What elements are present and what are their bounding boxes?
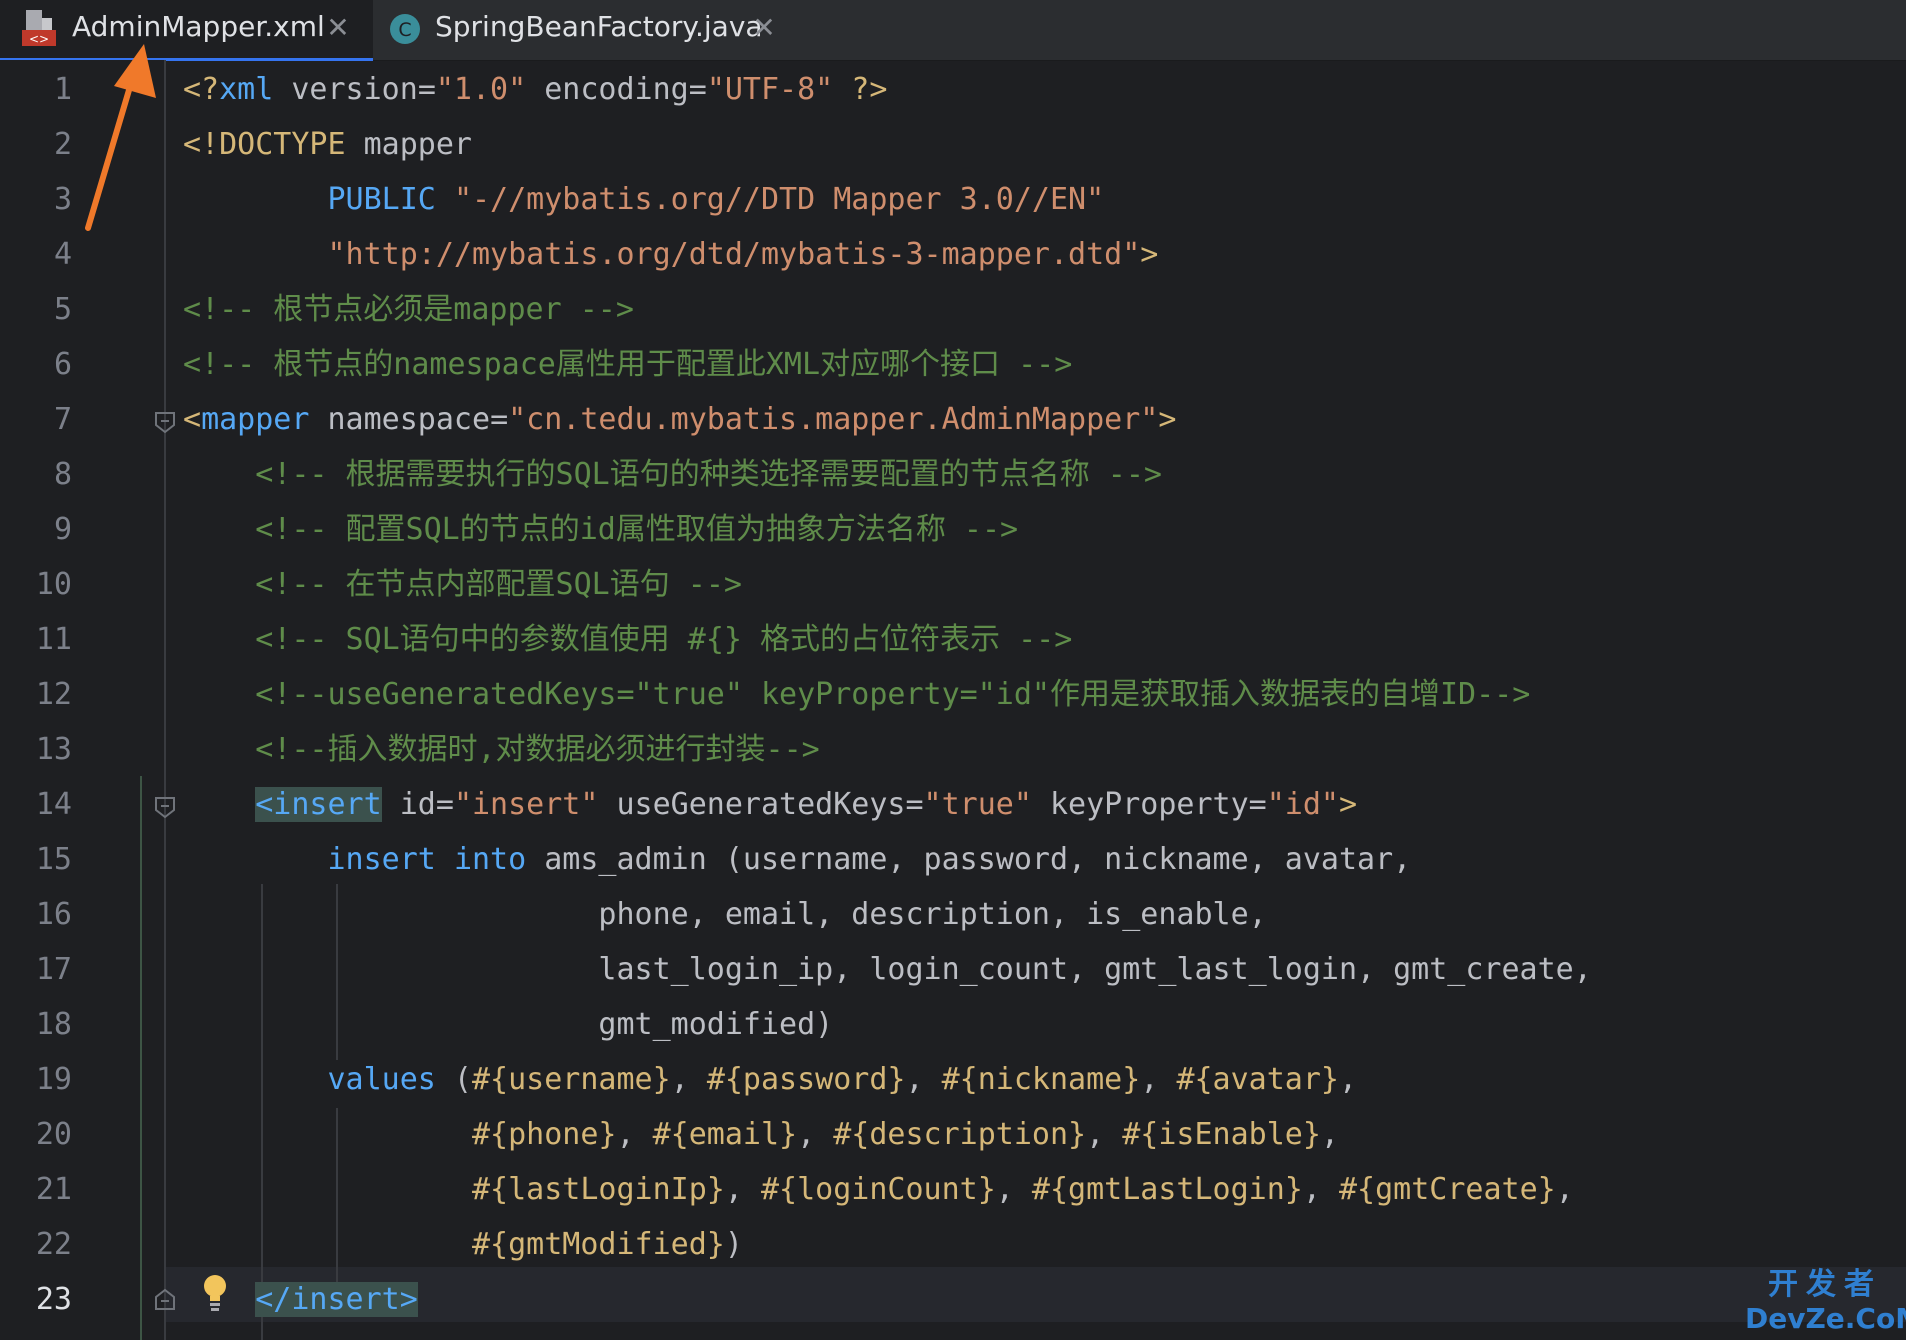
line-number[interactable]: 15 [0, 832, 72, 887]
code-line-21: #{lastLoginIp}, #{loginCount}, #{gmtLast… [471, 1172, 1574, 1207]
tab-label: SpringBeanFactory.java [435, 10, 763, 43]
indent-guide [140, 776, 142, 1340]
matched-tag-highlight: </insert> [255, 1282, 418, 1317]
svg-text:C: C [398, 19, 411, 41]
line-number[interactable]: 21 [0, 1162, 72, 1217]
fold-close-icon[interactable] [153, 1288, 177, 1312]
line-number[interactable]: 11 [0, 612, 72, 667]
code-line-20: #{phone}, #{email}, #{description}, #{is… [471, 1117, 1339, 1152]
annotation-arrow-icon [85, 44, 156, 231]
line-number[interactable]: 5 [0, 282, 72, 337]
line-number[interactable]: 9 [0, 502, 72, 557]
xml-file-icon: <> [22, 10, 56, 46]
code-line-15: insert into ams_admin (username, passwor… [327, 842, 1412, 877]
code-editor: <> AdminMapper.xml ✕ C SpringBeanFactory… [0, 0, 1906, 1340]
code-area[interactable]: <?xml version="1.0" encoding="UTF-8" ?> … [140, 60, 1906, 1340]
code-line-7: <mapper namespace="cn.tedu.mybatis.mappe… [183, 402, 1177, 437]
line-number[interactable]: 8 [0, 447, 72, 502]
code-comment: <!--useGeneratedKeys="true" keyProperty=… [183, 677, 1531, 712]
code-line-18: gmt_modified) [183, 1007, 834, 1042]
line-number[interactable]: 3 [0, 172, 72, 227]
line-number[interactable]: 22 [0, 1217, 72, 1272]
line-number[interactable]: 1 [0, 62, 72, 117]
code-comment: <!-- SQL语句中的参数值使用 #{} 格式的占位符表示 --> [183, 622, 1073, 657]
line-number[interactable]: 6 [0, 337, 72, 392]
matched-tag-highlight: <insert [255, 787, 382, 822]
line-number[interactable]: 20 [0, 1107, 72, 1162]
watermark-logo: 开发者 DevZe.CoM [1745, 1267, 1906, 1336]
gutter-divider [164, 60, 166, 1340]
tab-springbeanfactory-java[interactable]: C SpringBeanFactory.java ✕ [373, 0, 783, 58]
line-number[interactable]: 23 [0, 1272, 72, 1327]
line-number[interactable]: 2 [0, 117, 72, 172]
line-number[interactable]: 17 [0, 942, 72, 997]
code-comment: <!--插入数据时,对数据必须进行封装--> [183, 732, 820, 767]
code-comment: <!-- 根节点的namespace属性用于配置此XML对应哪个接口 --> [183, 347, 1073, 382]
code-comment: <!-- 根节点必须是mapper --> [183, 292, 634, 327]
code-line-19: values (#{username}, #{password}, #{nick… [327, 1062, 1358, 1097]
line-number[interactable]: 10 [0, 557, 72, 612]
line-number[interactable]: 13 [0, 722, 72, 777]
code-comment: <!-- 配置SQL的节点的id属性取值为抽象方法名称 --> [183, 512, 1019, 547]
line-number[interactable]: 4 [0, 227, 72, 282]
code-line-3: PUBLIC "-//mybatis.org//DTD Mapper 3.0//… [183, 182, 1105, 217]
code-line-16: phone, email, description, is_enable, [183, 897, 1267, 932]
code-comment: <!-- 根据需要执行的SQL语句的种类选择需要配置的节点名称 --> [183, 457, 1162, 492]
line-number[interactable]: 16 [0, 887, 72, 942]
tab-bar: <> AdminMapper.xml ✕ C SpringBeanFactory… [0, 0, 1906, 61]
code-comment: <!-- 在节点内部配置SQL语句 --> [183, 567, 742, 602]
line-number[interactable]: 7 [0, 392, 72, 447]
svg-text:<>: <> [29, 32, 49, 46]
tab-adminmapper-xml[interactable]: <> AdminMapper.xml ✕ [0, 0, 373, 61]
fold-open-icon[interactable] [153, 410, 177, 434]
code-line-14: <insert id="insert" useGeneratedKeys="tr… [255, 787, 1358, 822]
code-line-23: </insert> [183, 1272, 418, 1327]
line-number[interactable]: 14 [0, 777, 72, 832]
line-number[interactable]: 18 [0, 997, 72, 1052]
java-class-icon: C [390, 14, 420, 44]
close-icon[interactable]: ✕ [323, 13, 353, 43]
code-line-22: #{gmtModified}) [471, 1227, 743, 1262]
line-number[interactable]: 19 [0, 1052, 72, 1107]
code-line-4: "http://mybatis.org/dtd/mybatis-3-mapper… [327, 237, 1159, 272]
code-line-1: <?xml version="1.0" encoding="UTF-8" ?> [183, 72, 888, 107]
code-line-17: last_login_ip, login_count, gmt_last_log… [183, 952, 1592, 987]
fold-open-icon[interactable] [153, 795, 177, 819]
tab-label: AdminMapper.xml [72, 10, 325, 43]
close-icon[interactable]: ✕ [749, 13, 779, 43]
line-number[interactable]: 12 [0, 667, 72, 722]
code-line-2: <!DOCTYPE mapper [183, 127, 472, 162]
